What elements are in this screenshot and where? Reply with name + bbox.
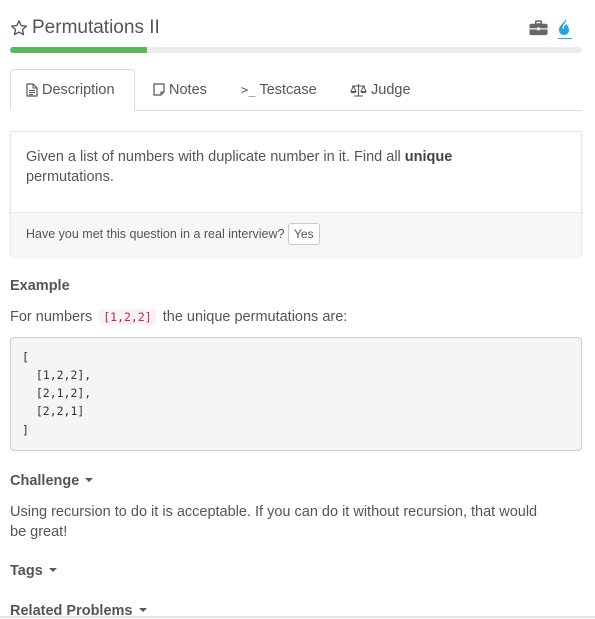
terminal-icon: >_ bbox=[241, 82, 256, 97]
star-outline-icon[interactable] bbox=[10, 19, 28, 37]
code-line: [1,2,2], bbox=[22, 368, 92, 382]
file-text-icon bbox=[26, 83, 38, 97]
challenge-heading: Challenge bbox=[10, 473, 80, 489]
code-block: [ [1,2,2], [2,1,2], [2,2,1] ] bbox=[10, 337, 582, 451]
tab-label: Notes bbox=[169, 81, 207, 98]
progress-fill bbox=[10, 47, 148, 53]
tab-notes[interactable]: Notes bbox=[153, 69, 207, 110]
challenge-line: Using recursion to do it is acceptable. … bbox=[10, 504, 538, 520]
yes-button[interactable]: Yes bbox=[288, 223, 320, 245]
challenge-toggle[interactable]: Challenge bbox=[10, 473, 94, 489]
example-intro: For numbers [1,2,2] the unique permutati… bbox=[10, 307, 347, 327]
note-icon bbox=[153, 83, 165, 96]
example-intro-text: For numbers bbox=[10, 309, 93, 325]
interview-question: Have you met this question in a real int… bbox=[26, 227, 285, 241]
example-heading: Example bbox=[10, 278, 70, 294]
problem-description: Given a list of numbers with duplicate n… bbox=[26, 147, 546, 187]
page-title: Permutations II bbox=[32, 17, 160, 38]
flame-icon[interactable] bbox=[558, 18, 572, 38]
tab-bar: Description Notes >_ Testcase Judge bbox=[10, 69, 582, 111]
tags-heading: Tags bbox=[10, 563, 43, 579]
balance-scale-icon bbox=[350, 83, 367, 97]
challenge-line: be great! bbox=[10, 524, 68, 540]
example-intro-text-end: the unique permutations are: bbox=[162, 309, 348, 325]
inline-code: [1,2,2] bbox=[99, 309, 156, 325]
tab-description[interactable]: Description bbox=[10, 69, 135, 111]
code-line: ] bbox=[22, 423, 29, 437]
caret-down-icon bbox=[138, 608, 147, 612]
problem-header: Permutations II bbox=[10, 16, 582, 42]
briefcase-icon[interactable] bbox=[529, 20, 548, 36]
code-line: [2,1,2], bbox=[22, 386, 92, 400]
tab-label: Judge bbox=[371, 81, 411, 98]
challenge-text: Using recursion to do it is acceptable. … bbox=[10, 502, 582, 542]
description-bold: unique bbox=[404, 149, 453, 165]
caret-down-icon bbox=[85, 478, 94, 482]
description-text: Given a list of numbers with duplicate n… bbox=[26, 149, 405, 165]
tab-label: Description bbox=[42, 82, 115, 98]
tab-judge[interactable]: Judge bbox=[350, 69, 411, 110]
code-line: [ bbox=[22, 350, 29, 364]
interview-footer: Have you met this question in a real int… bbox=[11, 212, 581, 257]
progress-bar bbox=[10, 47, 582, 53]
description-panel: Given a list of numbers with duplicate n… bbox=[10, 131, 582, 257]
tab-label: Testcase bbox=[259, 81, 317, 98]
tab-testcase[interactable]: >_ Testcase bbox=[241, 69, 317, 110]
flame-underline bbox=[558, 38, 572, 39]
tags-toggle[interactable]: Tags bbox=[10, 563, 57, 579]
description-text-end: permutations. bbox=[26, 169, 114, 185]
code-line: [2,2,1] bbox=[22, 404, 85, 418]
caret-down-icon bbox=[48, 568, 57, 572]
